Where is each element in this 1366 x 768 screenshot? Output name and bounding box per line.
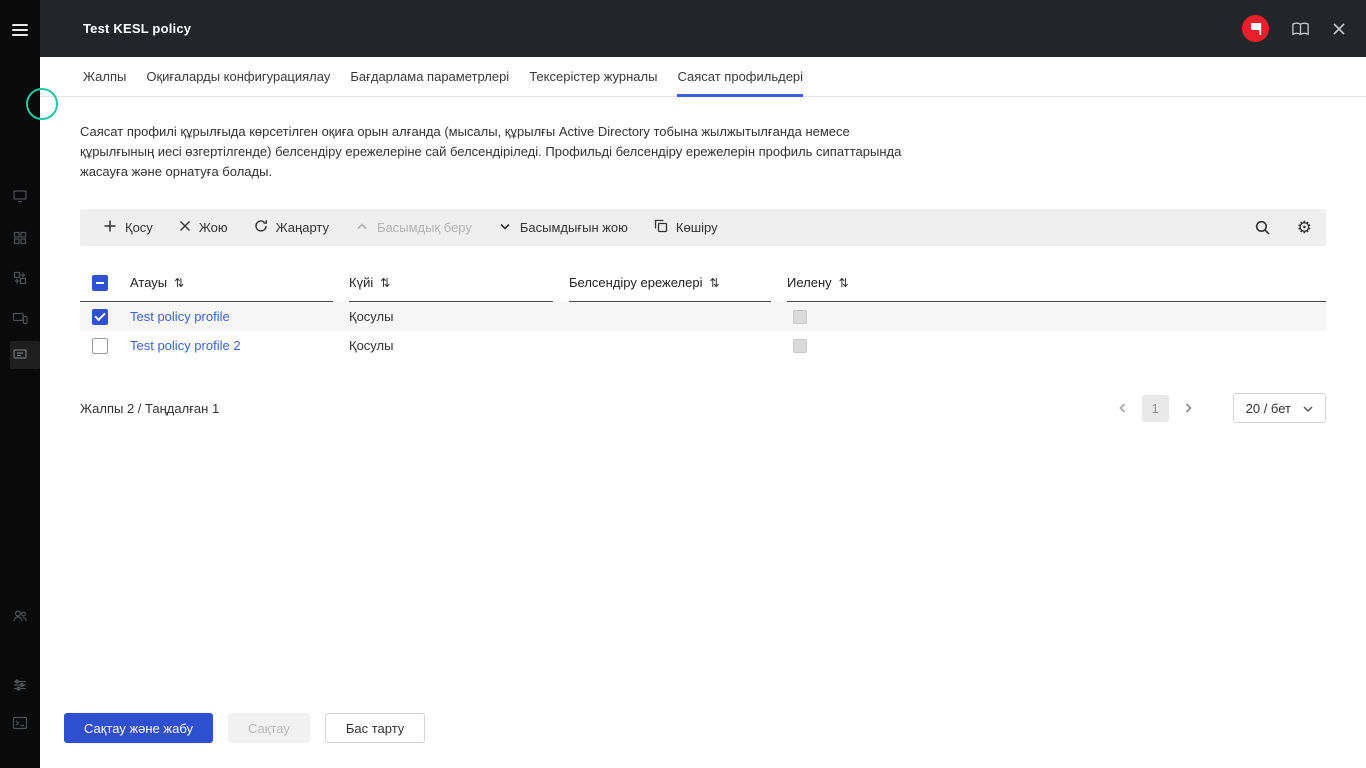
row-checkbox[interactable] [92,337,108,354]
sort-icon: ⇅ [380,275,391,290]
close-icon[interactable] [1332,22,1346,36]
feedback-badge-icon[interactable] [1242,15,1269,42]
column-header-inheritance-label: Иелену [787,275,832,290]
users-icon[interactable] [12,608,28,624]
sort-icon: ⇅ [174,275,185,290]
console-icon[interactable] [12,715,28,731]
dashboard-grid-icon[interactable] [12,230,28,246]
inheritance-checkbox [793,338,807,353]
copy-button-label: Көшіру [675,220,718,235]
page-number-button[interactable]: 1 [1141,394,1169,422]
table-row: Test policy profile 2 Қосулы [80,331,1326,360]
cancel-button[interactable]: Бас тарту [324,713,426,743]
pagination: 1 20 / бет [1116,393,1326,423]
page-size-select[interactable]: 20 / бет [1232,393,1326,423]
save-button: Сақтау [228,713,310,743]
profiles-table: Атауы ⇅ Күйі ⇅ Белсендіру ережелері ⇅ Ие… [80,264,1326,360]
add-button[interactable]: Қосу [90,209,166,246]
profiles-toolbar: Қосу Жою Жаңарту Басымдық беру Басымдығы… [80,209,1326,246]
column-header-name-label: Атауы [130,275,168,290]
settings-sliders-icon[interactable] [12,677,28,693]
apps-icon[interactable] [12,270,28,286]
page-size-value: 20 / бет [1245,400,1291,416]
gear-icon[interactable]: ⚙ [1297,219,1312,236]
delete-button[interactable]: Жою [166,209,241,246]
inheritance-checkbox [793,309,807,324]
add-button-label: Қосу [125,220,153,235]
policies-icon[interactable] [12,347,28,363]
column-header-activation-rules[interactable]: Белсендіру ережелері ⇅ [569,264,771,302]
select-all-checkbox[interactable] [92,274,108,291]
column-header-status-label: Күйі [349,275,374,290]
prev-page-button[interactable] [1116,401,1130,415]
table-footer: Жалпы 2 / Таңдалған 1 1 20 / бет [80,393,1326,423]
search-icon[interactable] [1254,219,1271,236]
column-header-activation-rules-label: Белсендіру ережелері [569,275,703,290]
prioritize-button-label: Басымдық беру [377,220,472,235]
refresh-button-label: Жаңарту [275,220,329,235]
tab-events-configuration[interactable]: Оқиғаларды конфигурациялау [146,57,330,96]
refresh-button[interactable]: Жаңарту [241,209,342,246]
tab-bar: Жалпы Оқиғаларды конфигурациялау Бағдарл… [40,57,1366,97]
save-and-close-button[interactable]: Сақтау және жабу [64,713,213,743]
policy-profile-link[interactable]: Test policy profile 2 [130,338,241,353]
dialog-actions: Сақтау және жабу Сақтау Бас тарту [64,713,426,743]
chevron-down-icon [1303,401,1313,416]
selection-summary: Жалпы 2 / Таңдалған 1 [80,400,220,416]
copy-icon [654,219,668,236]
description-text: Саясат профилі құрылғыда көрсетілген оқи… [80,124,902,179]
kaspersky-logo-ring [26,88,58,120]
sort-icon: ⇅ [709,275,720,290]
column-header-name[interactable]: Атауы ⇅ [130,264,333,302]
chevron-down-icon [498,220,512,236]
devices-icon[interactable] [12,310,28,326]
tab-policy-profiles[interactable]: Саясат профильдері [677,57,803,97]
tab-scan-log[interactable]: Тексерістер журналы [529,57,657,96]
x-icon [179,220,191,235]
column-header-inheritance[interactable]: Иелену ⇅ [787,264,1326,302]
policy-window: Test KESL policy Жалпы Оқиғаларды конфиг… [40,0,1366,768]
column-header-status[interactable]: Күйі ⇅ [349,264,553,302]
monitoring-icon[interactable] [12,188,28,204]
window-titlebar: Test KESL policy [40,0,1366,57]
policy-profile-link[interactable]: Test policy profile [130,309,230,324]
menu-icon[interactable] [12,24,28,36]
status-text: Қосулы [349,338,394,353]
plus-icon [103,219,117,236]
policy-profiles-panel: Саясат профилі құрылғыда көрсетілген оқи… [40,97,1366,423]
sort-icon: ⇅ [838,275,849,290]
table-header-row: Атауы ⇅ Күйі ⇅ Белсендіру ережелері ⇅ Ие… [80,264,1326,302]
help-book-icon[interactable] [1291,21,1310,37]
copy-button[interactable]: Көшіру [641,209,731,246]
row-checkbox[interactable] [92,308,108,325]
chevron-up-icon [355,220,369,236]
table-row: Test policy profile Қосулы [80,302,1326,331]
window-title: Test KESL policy [83,21,192,36]
prioritize-button: Басымдық беру [342,209,485,246]
delete-button-label: Жою [198,220,228,235]
status-text: Қосулы [349,309,394,324]
next-page-button[interactable] [1181,401,1195,415]
tab-application-settings[interactable]: Бағдарлама параметрлері [350,57,509,96]
deprioritize-button-label: Басымдығын жою [519,220,628,235]
refresh-icon [254,219,268,236]
tab-general[interactable]: Жалпы [83,57,126,96]
deprioritize-button[interactable]: Басымдығын жою [485,209,641,246]
